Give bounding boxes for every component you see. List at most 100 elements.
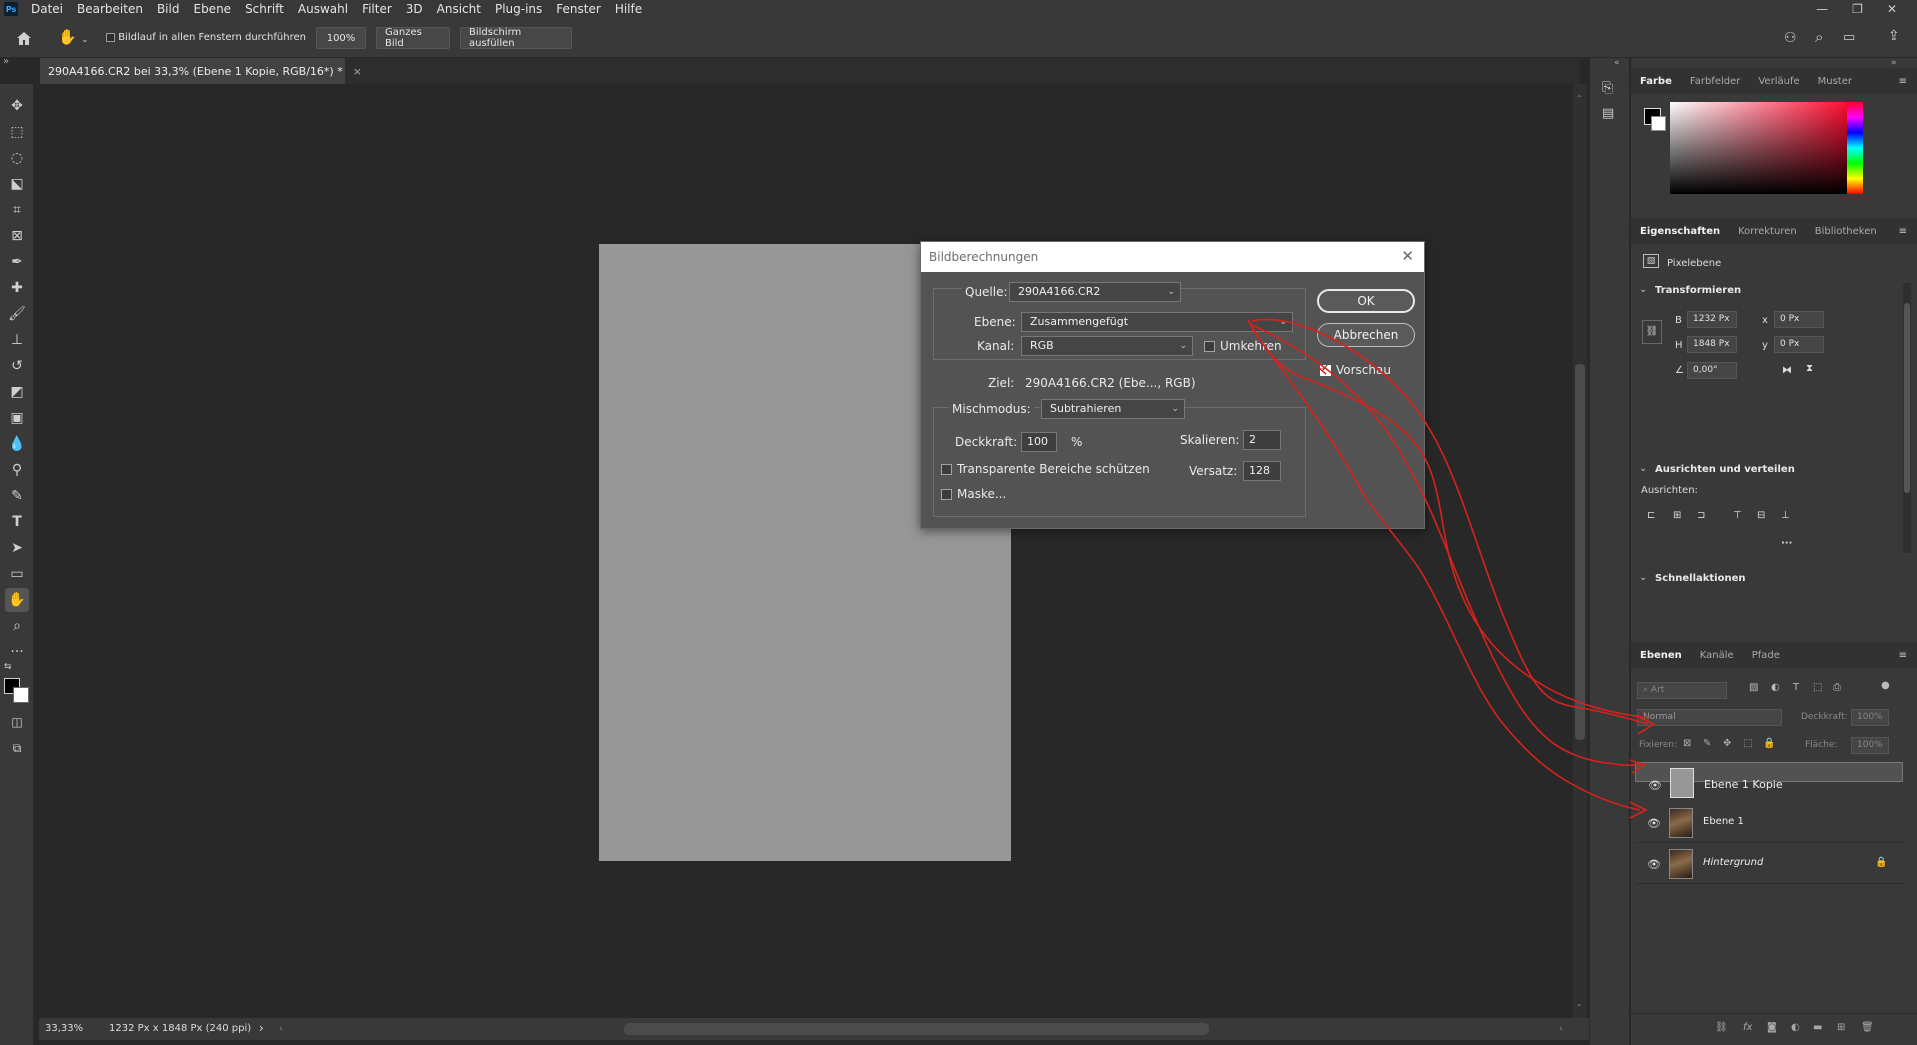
- pen-tool-icon[interactable]: ✎: [5, 484, 29, 508]
- history-brush-tool-icon[interactable]: ↺: [5, 354, 29, 378]
- horizontal-scroll-thumb[interactable]: [624, 1023, 1209, 1035]
- tab-verlaeufe[interactable]: Verläufe: [1749, 76, 1808, 87]
- align-center-h-icon[interactable]: ⊞: [1673, 510, 1681, 521]
- vertical-scrollbar[interactable]: ⌃ ⌄: [1573, 84, 1587, 1018]
- color-bg-swatch[interactable]: [1651, 116, 1666, 131]
- transparent-label[interactable]: Transparente Bereiche schützen: [957, 462, 1150, 476]
- quick-mask-icon[interactable]: ◫: [5, 710, 29, 734]
- dialog-close-icon[interactable]: ✕: [1401, 247, 1414, 265]
- eyedropper-tool-icon[interactable]: ✒: [5, 250, 29, 274]
- new-group-icon[interactable]: ▬: [1813, 1022, 1822, 1033]
- zoom-level[interactable]: 33,33%: [45, 1023, 83, 1034]
- collapse-panels-icon[interactable]: «: [1614, 58, 1620, 68]
- properties-scrollbar[interactable]: [1903, 283, 1911, 553]
- document-tab[interactable]: 290A4166.CR2 bei 33,3% (Ebene 1 Kopie, R…: [40, 58, 362, 84]
- preview-label[interactable]: Vorschau: [1336, 363, 1391, 377]
- transform-chevron-icon[interactable]: ⌄: [1639, 284, 1647, 295]
- transparent-checkbox[interactable]: [941, 464, 952, 475]
- scroll-left-icon[interactable]: ‹: [279, 1024, 283, 1034]
- menu-fenster[interactable]: Fenster: [549, 2, 608, 16]
- filter-pixel-icon[interactable]: ▧: [1749, 682, 1758, 693]
- brush-tool-icon[interactable]: 🖌: [5, 302, 29, 326]
- object-selection-tool-icon[interactable]: ⬕: [5, 172, 29, 196]
- tab-pfade[interactable]: Pfade: [1743, 650, 1789, 661]
- ok-button[interactable]: OK: [1317, 289, 1415, 313]
- delete-layer-icon[interactable]: 🗑: [1861, 1022, 1874, 1033]
- restore-icon[interactable]: ❐: [1852, 2, 1863, 16]
- x-input[interactable]: 0 Px: [1774, 311, 1824, 328]
- menu-datei[interactable]: Datei: [24, 2, 70, 16]
- zoom-100-button[interactable]: 100%: [316, 27, 366, 49]
- tab-bibliotheken[interactable]: Bibliotheken: [1806, 226, 1886, 237]
- tab-korrekturen[interactable]: Korrekturen: [1729, 226, 1806, 237]
- layer-style-fx-icon[interactable]: fx: [1743, 1022, 1752, 1033]
- properties-panel-menu-icon[interactable]: ≡: [1890, 226, 1917, 237]
- vertical-scroll-thumb[interactable]: [1575, 364, 1585, 740]
- align-left-icon[interactable]: ⊏: [1647, 510, 1655, 521]
- menu-bild[interactable]: Bild: [150, 2, 187, 16]
- scroll-right-icon[interactable]: ›: [1559, 1024, 1563, 1034]
- mischmodus-select[interactable]: Subtrahieren ⌄: [1041, 399, 1185, 419]
- comments-panel-icon[interactable]: ▤: [1602, 106, 1614, 121]
- filter-adjustment-icon[interactable]: ◐: [1771, 682, 1780, 693]
- align-section-title[interactable]: Ausrichten und verteilen: [1655, 464, 1795, 475]
- blend-mode-select[interactable]: Normal: [1637, 709, 1782, 726]
- link-layers-icon[interactable]: ⛓: [1715, 1022, 1728, 1033]
- height-input[interactable]: 1848 Px: [1687, 336, 1737, 353]
- dodge-tool-icon[interactable]: ⚲: [5, 458, 29, 482]
- menu-filter[interactable]: Filter: [355, 2, 399, 16]
- visibility-eye-icon[interactable]: 👁: [1648, 777, 1662, 795]
- lock-transparent-icon[interactable]: ⊠: [1683, 738, 1691, 749]
- versatz-input[interactable]: 128: [1243, 461, 1281, 481]
- color-spectrum-field[interactable]: [1670, 102, 1857, 194]
- add-mask-icon[interactable]: ◙: [1767, 1022, 1777, 1033]
- fill-screen-button[interactable]: Bildschirm ausfüllen: [460, 27, 572, 49]
- tab-muster[interactable]: Muster: [1809, 76, 1861, 87]
- menu-schrift[interactable]: Schrift: [238, 2, 291, 16]
- crop-tool-icon[interactable]: ⌗: [5, 198, 29, 222]
- layer-name[interactable]: Hintergrund: [1703, 857, 1763, 868]
- path-selection-tool-icon[interactable]: ➤: [5, 536, 29, 560]
- gradient-tool-icon[interactable]: ▣: [5, 406, 29, 430]
- umkehren-label[interactable]: Umkehren: [1220, 339, 1282, 353]
- layer-row-ebene-1[interactable]: 👁 Ebene 1: [1635, 803, 1903, 843]
- share-icon[interactable]: ⇪: [1888, 28, 1900, 44]
- kanal-select[interactable]: RGB ⌄: [1021, 336, 1193, 356]
- layers-panel-menu-icon[interactable]: ≡: [1890, 650, 1917, 661]
- minimize-icon[interactable]: —: [1816, 2, 1828, 16]
- tab-farbe[interactable]: Farbe: [1631, 76, 1681, 87]
- scroll-all-checkbox[interactable]: [106, 32, 115, 42]
- layer-filter-kind[interactable]: ⌕ Art: [1637, 682, 1727, 699]
- quick-actions-chevron-icon[interactable]: ⌄: [1639, 572, 1647, 583]
- layer-row-hintergrund[interactable]: 👁 Hintergrund 🔒: [1635, 844, 1903, 884]
- menu-bearbeiten[interactable]: Bearbeiten: [70, 2, 150, 16]
- flip-horizontal-icon[interactable]: ⧓: [1782, 365, 1792, 376]
- width-input[interactable]: 1232 Px: [1687, 311, 1737, 328]
- move-tool-icon[interactable]: ✥: [5, 94, 29, 118]
- layer-lock-icon[interactable]: 🔒: [1875, 857, 1887, 868]
- dialog-titlebar[interactable]: Bildberechnungen: [921, 242, 1424, 272]
- new-layer-icon[interactable]: ⊞: [1837, 1022, 1845, 1033]
- close-window-icon[interactable]: ✕: [1887, 2, 1897, 16]
- menu-plugins[interactable]: Plug-ins: [488, 2, 549, 16]
- align-middle-v-icon[interactable]: ⊟: [1757, 510, 1765, 521]
- expand-panels-icon[interactable]: »: [1891, 58, 1897, 68]
- filter-smart-object-icon[interactable]: ⎙: [1833, 682, 1841, 693]
- preview-checkbox[interactable]: [1320, 363, 1331, 376]
- rectangle-tool-icon[interactable]: ▭: [5, 562, 29, 586]
- quelle-select[interactable]: 290A4166.CR2 ⌄: [1009, 282, 1181, 302]
- menu-ansicht[interactable]: Ansicht: [430, 2, 488, 16]
- history-panel-icon[interactable]: ⎘: [1602, 80, 1613, 96]
- hand-tool-preset-icon[interactable]: ✋ ⌄: [58, 28, 94, 48]
- deckkraft-input[interactable]: 100: [1021, 432, 1057, 452]
- skalieren-input[interactable]: 2: [1243, 430, 1281, 450]
- more-tools-icon[interactable]: ···: [5, 640, 29, 664]
- collapse-toolbar-icon[interactable]: »: [3, 56, 9, 67]
- close-tab-icon[interactable]: ×: [353, 65, 362, 78]
- share-cloud-icon[interactable]: ⚇: [1784, 30, 1797, 46]
- search-icon[interactable]: ⌕: [1815, 28, 1823, 46]
- fit-screen-button[interactable]: Ganzes Bild: [376, 27, 450, 49]
- hue-slider[interactable]: [1847, 102, 1863, 194]
- layer-name[interactable]: Ebene 1 Kopie: [1704, 776, 1783, 794]
- menu-3d[interactable]: 3D: [399, 2, 430, 16]
